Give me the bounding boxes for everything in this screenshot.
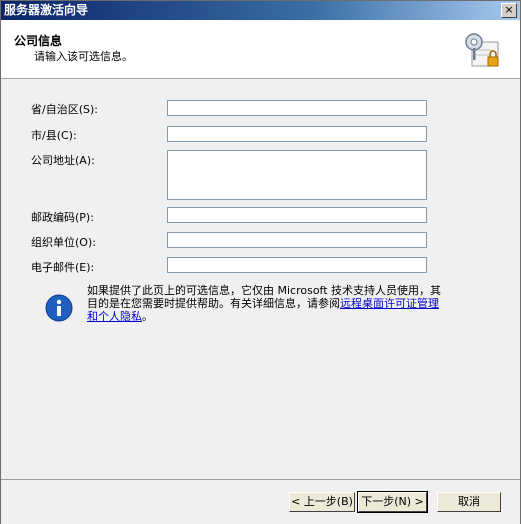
city-label: 市/县(C):	[31, 129, 77, 142]
close-button[interactable]: ×	[501, 3, 517, 18]
next-button[interactable]: 下一步(N) >	[357, 491, 428, 513]
info-suffix: 。	[142, 310, 153, 323]
email-input[interactable]	[167, 257, 427, 273]
wizard-content: 省/自治区(S): 市/县(C): 公司地址(A): 邮政编码(P): 组织单位…	[1, 79, 520, 479]
state-label: 省/自治区(S):	[31, 103, 98, 116]
city-input[interactable]	[167, 126, 427, 142]
back-button[interactable]: < 上一步(B)	[289, 492, 355, 512]
state-input[interactable]	[167, 100, 427, 116]
info-icon	[45, 294, 73, 322]
address-input[interactable]	[167, 150, 427, 200]
page-title: 公司信息	[14, 34, 63, 48]
org-input[interactable]	[167, 232, 427, 248]
org-label: 组织单位(O):	[31, 236, 96, 249]
cancel-button[interactable]: 取消	[437, 492, 501, 512]
certificate-key-icon	[465, 33, 499, 67]
title-bar: 服务器激活向导 ×	[1, 1, 520, 20]
wizard-window: 服务器激活向导 × 公司信息 请输入该可选信息。 省/自治区(S): 市/县(C…	[0, 0, 521, 524]
email-label: 电子邮件(E):	[31, 261, 95, 274]
wizard-header: 公司信息 请输入该可选信息。	[1, 20, 520, 79]
licensing-link[interactable]: 远程桌面许可证管理	[340, 297, 439, 310]
zip-input[interactable]	[167, 207, 427, 223]
wizard-footer: < 上一步(B) 下一步(N) > 取消	[1, 479, 520, 524]
zip-label: 邮政编码(P):	[31, 211, 94, 224]
page-subtitle: 请输入该可选信息。	[34, 50, 133, 63]
window-title: 服务器激活向导	[4, 3, 89, 17]
info-message: 如果提供了此页上的可选信息，它仅由 Microsoft 技术支持人员使用，其目的…	[87, 284, 447, 323]
privacy-link[interactable]: 和个人隐私	[87, 310, 142, 323]
address-label: 公司地址(A):	[31, 154, 95, 167]
